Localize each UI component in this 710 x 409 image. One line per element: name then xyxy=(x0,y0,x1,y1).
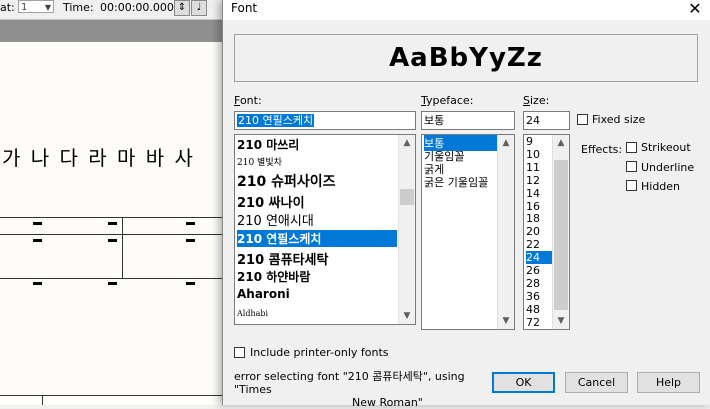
size-list-item[interactable]: 48 xyxy=(526,303,552,316)
time-label: Time: xyxy=(63,1,94,14)
rest-mark xyxy=(108,239,117,242)
include-printer-fonts-label: Include printer-only fonts xyxy=(250,346,389,359)
lyrics-text: 가 나 다 라 마 바 사 xyxy=(2,146,195,170)
quarter-note-icon[interactable]: ♩ xyxy=(191,0,207,16)
bar-line xyxy=(122,217,123,278)
hidden-checkbox[interactable] xyxy=(626,180,637,191)
size-input[interactable]: 24 xyxy=(523,111,570,130)
rest-mark xyxy=(108,282,117,285)
typeface-list[interactable]: 보통 기울임꼴 굵게 굵은 기울임꼴 ▲ ▼ xyxy=(421,134,515,330)
size-list-scrollbar[interactable]: ▲ ▼ xyxy=(552,135,569,329)
rest-mark xyxy=(33,282,42,285)
size-list-item[interactable]: 72 xyxy=(526,316,552,329)
font-list-item[interactable]: 210 콤퓨타세탁 xyxy=(237,249,328,268)
rest-mark xyxy=(33,239,42,242)
updown-button[interactable]: ⇕ xyxy=(174,0,190,16)
time-value: 00:00:00.000 xyxy=(100,1,174,14)
size-list-item[interactable]: 36 xyxy=(526,290,552,303)
staff-line xyxy=(0,234,230,235)
size-list-item[interactable]: 22 xyxy=(526,238,552,251)
chevron-down-icon[interactable]: ▼ xyxy=(399,308,415,324)
include-printer-fonts-checkbox[interactable] xyxy=(234,347,245,358)
font-list-item[interactable]: 210 마쓰리 xyxy=(237,136,299,153)
size-list-item[interactable]: 16 xyxy=(526,200,552,213)
staff-line xyxy=(0,217,230,218)
font-list-item[interactable]: Aharoni xyxy=(237,287,290,301)
font-preview: AaBbYyZz xyxy=(234,34,698,82)
staff-line xyxy=(0,278,230,279)
font-list-item[interactable]: 210 연애시대 xyxy=(237,210,314,229)
cancel-button[interactable]: Cancel xyxy=(565,372,628,393)
size-list[interactable]: 72 48 36 28 26 24 22 20 18 16 14 12 11 10 9 ▲ ▼ xyxy=(523,134,570,330)
font-list-item[interactable]: 210 연필스케치 xyxy=(237,230,397,247)
ok-button[interactable]: OK xyxy=(492,372,555,393)
underline-checkbox[interactable] xyxy=(626,161,637,172)
scroll-thumb[interactable] xyxy=(400,189,414,205)
size-list-item[interactable]: 20 xyxy=(526,225,552,238)
size-list-item[interactable]: 10 xyxy=(526,148,552,161)
font-label: Font: xyxy=(234,94,262,107)
chevron-up-icon[interactable]: ▲ xyxy=(553,135,569,151)
score-header-band xyxy=(0,20,230,42)
size-list-item[interactable]: 9 xyxy=(526,135,552,148)
chevron-down-icon[interactable]: ▼ xyxy=(498,313,514,329)
dialog-titlebar[interactable]: Font ✕ xyxy=(223,0,710,20)
bar-line xyxy=(42,395,43,405)
font-list-item[interactable]: 210 싸나이 xyxy=(237,192,305,211)
hidden-label: Hidden xyxy=(641,180,681,193)
size-list-item[interactable]: 24 xyxy=(526,251,552,265)
strikeout-checkbox[interactable] xyxy=(626,142,637,153)
scroll-thumb[interactable] xyxy=(554,160,568,310)
size-list-item[interactable]: 26 xyxy=(526,264,552,277)
background-score-window: at: 1 ▼ Time: 00:00:00.000 ⇕ ♩ 가 나 다 라 마 … xyxy=(0,0,230,405)
help-button[interactable]: Help xyxy=(637,372,700,393)
close-icon[interactable]: ✕ xyxy=(687,0,703,18)
rest-mark xyxy=(33,222,42,225)
chevron-down-icon[interactable]: ▼ xyxy=(553,313,569,329)
fixed-size-label: Fixed size xyxy=(592,113,646,126)
typeface-list-item[interactable]: 굵은 기울임꼴 xyxy=(424,174,488,190)
staff-line xyxy=(0,395,230,396)
score-area[interactable]: 가 나 다 라 마 바 사 xyxy=(0,42,230,405)
font-list-scrollbar[interactable]: ▲ ▼ xyxy=(398,135,415,324)
size-label: Size: xyxy=(523,94,550,107)
fixed-size-checkbox[interactable] xyxy=(577,114,588,125)
effects-label: Effects: xyxy=(581,143,623,156)
font-list-item[interactable]: Aldhabi xyxy=(237,309,268,318)
size-list-item[interactable]: 28 xyxy=(526,277,552,290)
typeface-label: Typeface: xyxy=(421,94,474,107)
font-list-item[interactable]: 210 하얀바람 xyxy=(237,268,310,285)
strikeout-label: Strikeout xyxy=(641,141,691,154)
size-list-item[interactable]: 11 xyxy=(526,161,552,174)
chevron-up-icon[interactable]: ▲ xyxy=(498,135,514,151)
preview-text: AaBbYyZz xyxy=(389,43,543,73)
rest-mark xyxy=(186,239,195,242)
font-input[interactable]: 210 연필스케치 xyxy=(234,111,416,130)
font-list-item[interactable]: 210 슈퍼사이즈 xyxy=(237,171,336,191)
typeface-input[interactable]: 보통 xyxy=(421,111,515,130)
typeface-list-scrollbar[interactable]: ▲ ▼ xyxy=(497,135,514,329)
font-list-item[interactable]: 210 별빛차 xyxy=(237,155,282,168)
score-toolbar: at: 1 ▼ Time: 00:00:00.000 ⇕ ♩ xyxy=(0,0,230,20)
beat-label: at: xyxy=(0,1,15,14)
rest-mark xyxy=(186,282,195,285)
beat-combo[interactable]: 1 ▼ xyxy=(18,0,54,13)
dialog-title: Font xyxy=(231,1,258,15)
chevron-up-icon[interactable]: ▲ xyxy=(399,135,415,151)
size-list-item[interactable]: 18 xyxy=(526,212,552,225)
size-list-item[interactable]: 12 xyxy=(526,174,552,187)
rest-mark xyxy=(108,222,117,225)
underline-label: Underline xyxy=(641,161,695,174)
size-list-item[interactable]: 14 xyxy=(526,187,552,200)
rest-mark xyxy=(186,222,195,225)
font-dialog: Font ✕ AaBbYyZz Font: 210 연필스케치 210 마쓰리 … xyxy=(222,0,710,409)
chevron-down-icon: ▼ xyxy=(44,3,51,12)
font-list[interactable]: 210 마쓰리 210 별빛차 210 슈퍼사이즈 210 싸나이 210 연애… xyxy=(234,134,416,325)
status-message: error selecting font "210 콤퓨타세탁", using … xyxy=(234,370,465,409)
